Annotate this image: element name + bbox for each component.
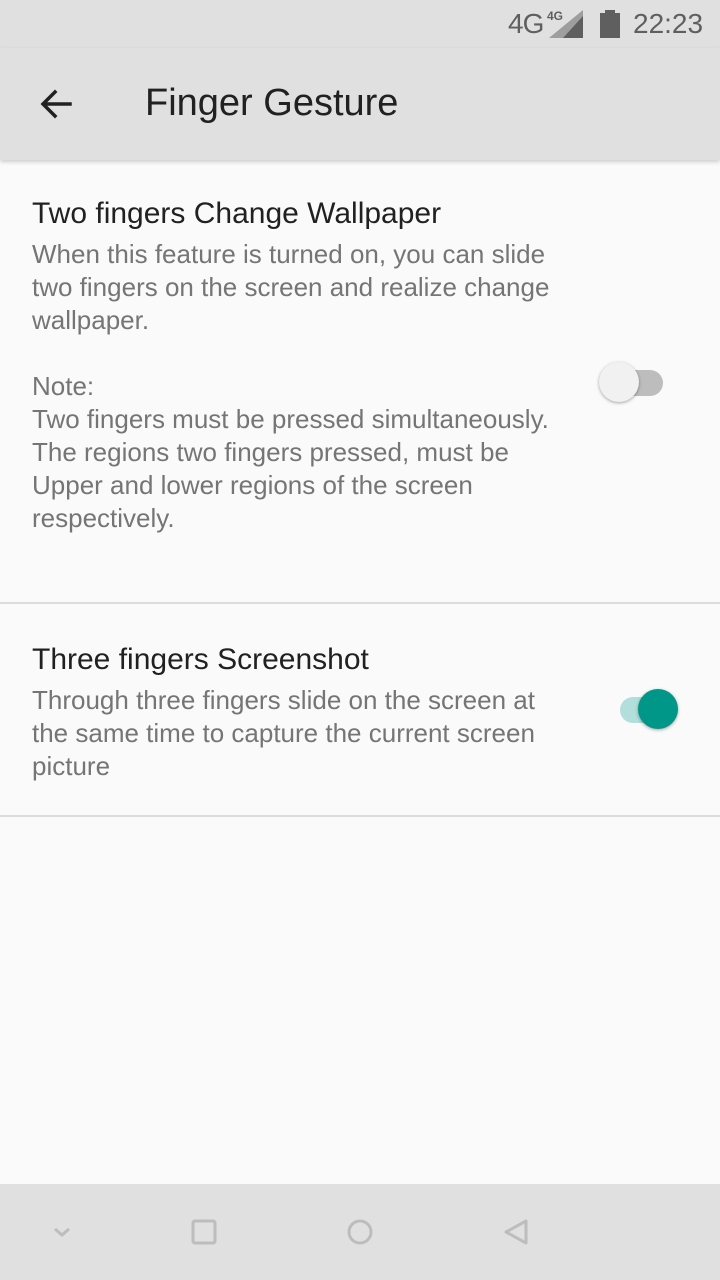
nav-recents-button[interactable] bbox=[180, 1208, 228, 1256]
square-icon bbox=[191, 1219, 217, 1245]
screenshot-gesture-switch[interactable] bbox=[614, 687, 682, 731]
navigation-bar bbox=[0, 1184, 720, 1280]
setting-three-fingers-screenshot[interactable]: Three fingers Screenshot Through three f… bbox=[0, 604, 720, 817]
nav-back-button[interactable] bbox=[492, 1208, 540, 1256]
chevron-down-icon bbox=[54, 1227, 70, 1237]
wallpaper-gesture-switch[interactable] bbox=[599, 360, 667, 404]
circle-icon bbox=[347, 1219, 373, 1245]
setting-title: Two fingers Change Wallpaper bbox=[32, 197, 442, 230]
status-bar: 4G 4G 22:23 bbox=[0, 0, 720, 48]
setting-description: When this feature is turned on, you can … bbox=[32, 239, 550, 533]
setting-description: Through three fingers slide on the scree… bbox=[32, 685, 535, 781]
network-badge: 4G bbox=[547, 9, 564, 23]
arrow-back-icon bbox=[40, 89, 72, 119]
settings-list: Two fingers Change Wallpaper When this f… bbox=[0, 160, 720, 817]
status-time: 22:23 bbox=[633, 8, 704, 39]
switch-thumb bbox=[599, 362, 639, 402]
setting-title: Three fingers Screenshot bbox=[32, 643, 369, 676]
back-button[interactable] bbox=[24, 72, 88, 136]
app-toolbar: Finger Gesture bbox=[0, 48, 720, 160]
network-type: 4G bbox=[508, 8, 544, 39]
triangle-back-icon bbox=[504, 1219, 528, 1245]
nav-hide-button[interactable] bbox=[38, 1208, 86, 1256]
nav-home-button[interactable] bbox=[336, 1208, 384, 1256]
page-title: Finger Gesture bbox=[145, 82, 399, 124]
switch-thumb bbox=[638, 689, 678, 729]
battery-icon bbox=[600, 10, 620, 38]
